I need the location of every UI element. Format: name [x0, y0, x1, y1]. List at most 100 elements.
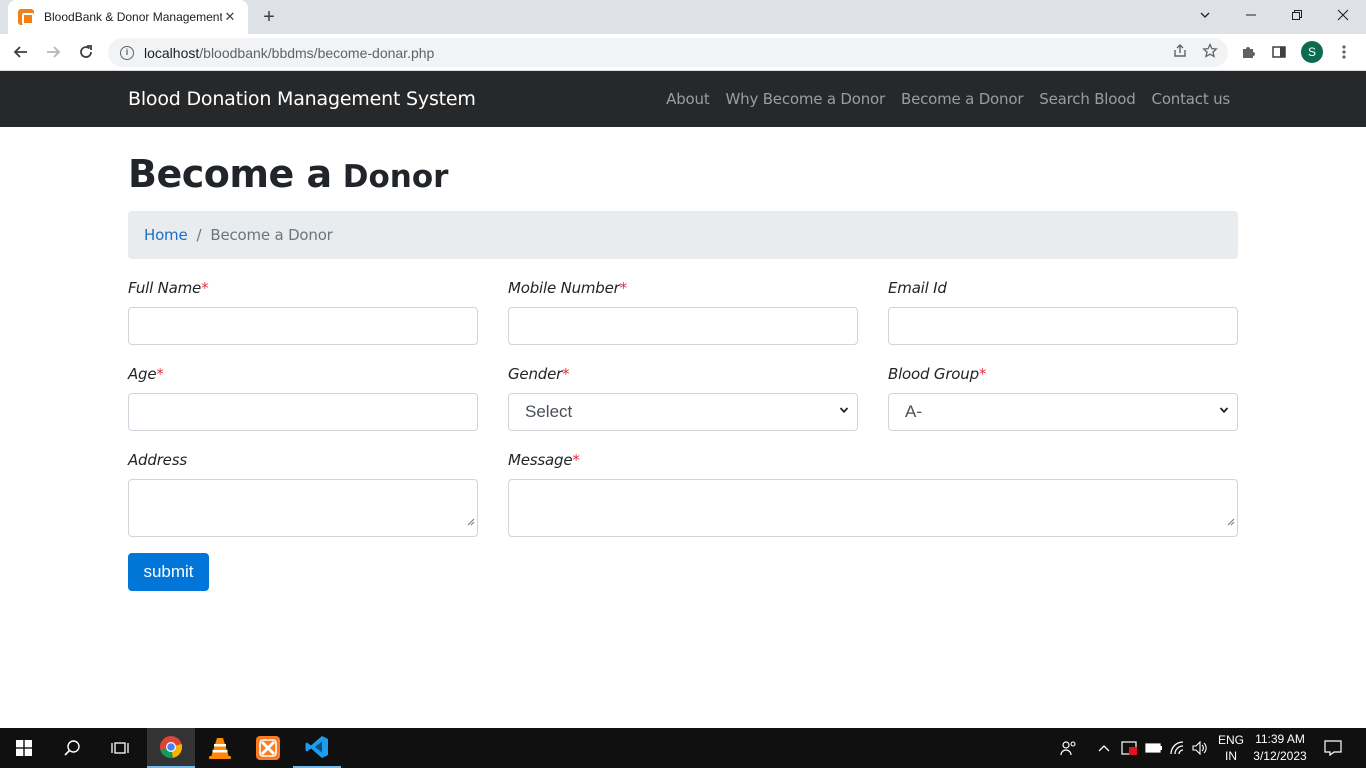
- nav-link-become-donor[interactable]: Become a Donor: [901, 90, 1023, 108]
- site-brand[interactable]: Blood Donation Management System: [128, 88, 476, 110]
- share-icon[interactable]: [1172, 43, 1188, 63]
- close-window-icon[interactable]: [1320, 0, 1366, 30]
- full-name-label-text: Full Name: [128, 279, 202, 297]
- full-name-input[interactable]: [128, 307, 478, 345]
- blood-group-selected-value: A-: [905, 402, 922, 421]
- kebab-menu-icon[interactable]: [1333, 41, 1355, 63]
- url-host: localhost: [144, 44, 200, 61]
- chevron-down-icon: [1219, 407, 1229, 414]
- message-textarea[interactable]: [508, 479, 1238, 537]
- browser-tab[interactable]: BloodBank & Donor Management ✕: [8, 0, 248, 34]
- mobile-number-label: Mobile Number*: [508, 279, 858, 299]
- vscode-taskbar-icon[interactable]: [293, 728, 341, 768]
- email-label-text: Email Id: [888, 279, 947, 297]
- restore-icon[interactable]: [1274, 0, 1320, 30]
- message-label: Message*: [508, 451, 1238, 471]
- resize-grip-icon[interactable]: [1227, 518, 1235, 526]
- vlc-taskbar-icon[interactable]: [196, 728, 244, 768]
- back-arrow-icon[interactable]: [10, 41, 32, 63]
- full-name-label: Full Name*: [128, 279, 478, 299]
- nav-links: About Why Become a Donor Become a Donor …: [666, 90, 1230, 108]
- browser-tabstrip: BloodBank & Donor Management ✕ +: [0, 0, 1366, 34]
- security-shield-icon[interactable]: [1120, 728, 1138, 768]
- message-label-text: Message: [508, 451, 573, 469]
- age-label: Age*: [128, 365, 478, 385]
- address-label-text: Address: [128, 451, 187, 469]
- windows-start-icon[interactable]: [0, 728, 48, 768]
- battery-icon[interactable]: [1145, 728, 1163, 768]
- address-bar[interactable]: i localhost/bloodbank/bbdms/become-donar…: [108, 38, 1228, 67]
- side-panel-icon[interactable]: [1268, 41, 1290, 63]
- tab-close-icon[interactable]: ✕: [222, 10, 238, 25]
- gender-group: Gender* Select: [508, 365, 858, 431]
- language-code: ENG: [1217, 733, 1244, 747]
- url-path: /bloodbank/bbdms/become-donar.php: [199, 44, 435, 61]
- nav-link-why-become-donor[interactable]: Why Become a Donor: [726, 90, 886, 108]
- gender-selected-value: Select: [525, 402, 573, 421]
- omnibox-actions: [1172, 42, 1218, 63]
- chrome-taskbar-icon[interactable]: [147, 728, 195, 768]
- input-language[interactable]: ENG IN: [1216, 732, 1246, 764]
- page-title-bold: Become a: [128, 152, 332, 196]
- email-label: Email Id: [888, 279, 1238, 299]
- minimize-icon[interactable]: [1228, 0, 1274, 30]
- age-input[interactable]: [128, 393, 478, 431]
- gender-select[interactable]: Select: [508, 393, 858, 431]
- required-mark: *: [978, 365, 987, 383]
- blood-group-label-text: Blood Group: [888, 365, 979, 383]
- breadcrumb-home-link[interactable]: Home: [144, 226, 188, 244]
- people-icon[interactable]: [1060, 728, 1078, 768]
- address-textarea[interactable]: [128, 479, 478, 537]
- address-label: Address: [128, 451, 478, 471]
- taskbar-clock[interactable]: 11:39 AM 3/12/2023: [1252, 731, 1308, 765]
- profile-avatar[interactable]: S: [1301, 41, 1323, 63]
- language-region: IN: [1225, 749, 1237, 763]
- search-icon[interactable]: [48, 728, 96, 768]
- reload-icon[interactable]: [75, 41, 97, 63]
- submit-button[interactable]: submit: [128, 553, 209, 591]
- full-name-group: Full Name*: [128, 279, 478, 345]
- mobile-number-group: Mobile Number*: [508, 279, 858, 345]
- site-navbar: Blood Donation Management System About W…: [0, 71, 1366, 127]
- address-group: Address: [128, 451, 478, 537]
- xampp-favicon-icon: [18, 9, 34, 25]
- nav-link-search-blood[interactable]: Search Blood: [1039, 90, 1135, 108]
- required-mark: *: [156, 365, 164, 383]
- url-text: localhost/bloodbank/bbdms/become-donar.p…: [144, 45, 434, 61]
- resize-grip-icon[interactable]: [467, 518, 475, 526]
- blood-group-group: Blood Group* A-: [888, 365, 1238, 431]
- page-title-light: Donor: [342, 159, 449, 195]
- xampp-taskbar-icon[interactable]: [244, 728, 292, 768]
- clock-date: 3/12/2023: [1253, 749, 1307, 763]
- bookmark-star-icon[interactable]: [1202, 42, 1218, 63]
- nav-link-about[interactable]: About: [666, 90, 710, 108]
- required-mark: *: [562, 365, 570, 383]
- windows-taskbar: ENG IN 11:39 AM 3/12/2023: [0, 728, 1366, 768]
- age-label-text: Age: [128, 365, 157, 383]
- chevron-up-icon[interactable]: [1098, 728, 1110, 768]
- chevron-down-icon: [839, 407, 849, 414]
- email-group: Email Id: [888, 279, 1238, 345]
- required-mark: *: [572, 451, 580, 469]
- email-input[interactable]: [888, 307, 1238, 345]
- site-info-icon[interactable]: i: [120, 45, 134, 60]
- tab-search-icon[interactable]: [1182, 0, 1228, 30]
- breadcrumb: Home / Become a Donor: [128, 211, 1238, 259]
- browser-toolbar: i localhost/bloodbank/bbdms/become-donar…: [0, 34, 1366, 71]
- gender-label: Gender*: [508, 365, 858, 385]
- message-group: Message*: [508, 451, 1238, 537]
- extensions-puzzle-icon[interactable]: [1237, 41, 1259, 63]
- notifications-icon[interactable]: [1324, 728, 1342, 768]
- gender-label-text: Gender: [508, 365, 563, 383]
- blood-group-select[interactable]: A-: [888, 393, 1238, 431]
- forward-arrow-icon[interactable]: [42, 41, 64, 63]
- nav-link-contact[interactable]: Contact us: [1152, 90, 1231, 108]
- new-tab-button[interactable]: +: [258, 6, 280, 28]
- volume-icon[interactable]: [1192, 728, 1208, 768]
- blood-group-label: Blood Group*: [888, 365, 1238, 385]
- required-mark: *: [619, 279, 628, 297]
- mobile-number-input[interactable]: [508, 307, 858, 345]
- breadcrumb-separator: /: [196, 226, 202, 244]
- wifi-icon[interactable]: [1170, 728, 1186, 768]
- task-view-icon[interactable]: [96, 728, 144, 768]
